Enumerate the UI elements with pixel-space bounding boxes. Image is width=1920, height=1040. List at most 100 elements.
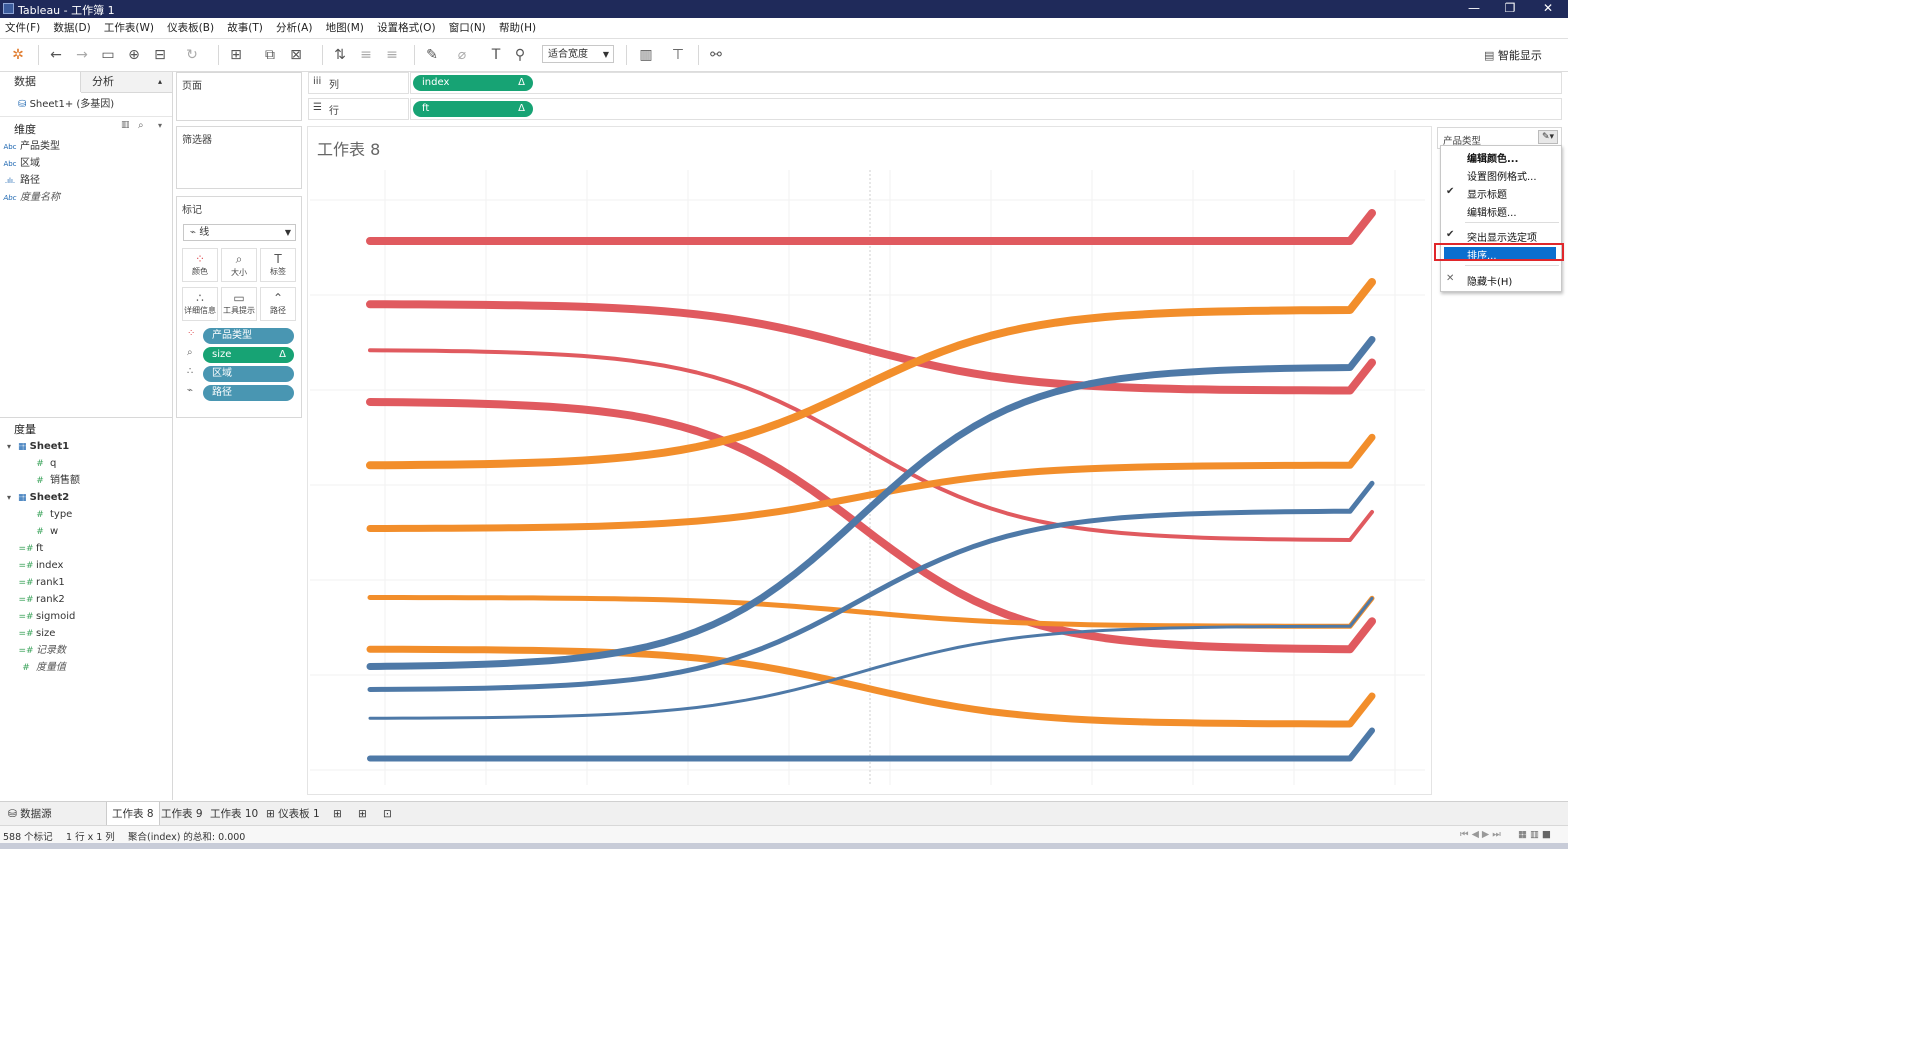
close-button[interactable]: ✕ (1528, 1, 1568, 17)
sankey-chart[interactable] (310, 165, 1428, 791)
dimension-field[interactable]: Abc 区域 (0, 155, 40, 172)
path-pill[interactable]: 路径 (203, 385, 294, 401)
pages-card[interactable]: 页面 (176, 72, 302, 121)
calc-field[interactable]: =# index (16, 557, 63, 574)
tab-menu-icon[interactable]: ▴ (158, 72, 162, 92)
view-mode-icon[interactable]: ▦ ▥ ■ (1518, 829, 1551, 840)
menu-help[interactable]: 帮助(H) (494, 18, 541, 38)
tab-sheet-10[interactable]: 工作表 10 (205, 802, 263, 826)
minimize-button[interactable]: — (1454, 1, 1494, 17)
undo-icon[interactable]: ← (46, 45, 66, 65)
group-icon[interactable]: ⌀ (452, 45, 472, 65)
duplicate-sheet-icon[interactable]: ⧉ (260, 45, 280, 65)
new-worksheet-icon[interactable]: ⊞ (226, 45, 246, 65)
refresh-icon[interactable]: ↻ (182, 45, 202, 65)
sankey-line-blue[interactable] (367, 727, 1375, 762)
menu-story[interactable]: 故事(T) (222, 18, 268, 38)
sort-descending-icon[interactable]: ≡ (382, 45, 402, 65)
rows-shelf[interactable]: ft Δ (410, 98, 1562, 120)
menu-highlight-selected[interactable]: 突出显示选定项 (1467, 229, 1537, 244)
menu-data[interactable]: 数据(D) (48, 18, 95, 38)
pause-updates-icon[interactable]: ⊟ (150, 45, 170, 65)
mark-type-select[interactable]: ⌁ 线 ▼ (183, 224, 296, 241)
highlight-icon[interactable]: ✎ (422, 45, 442, 65)
size-button[interactable]: ⌕ 大小 (221, 248, 257, 282)
show-labels-icon[interactable]: T (486, 45, 506, 65)
sankey-line-red[interactable] (366, 209, 1376, 245)
path-button[interactable]: ⌃ 路径 (260, 287, 296, 321)
menu-format-legend[interactable]: 设置图例格式... (1467, 168, 1537, 183)
new-dashboard-icon[interactable]: ⊞ (353, 802, 372, 826)
measure-field[interactable]: # q (30, 455, 56, 472)
menu-edit-colors[interactable]: 编辑颜色... (1467, 150, 1518, 165)
sankey-line-red[interactable] (366, 300, 1376, 395)
label-button[interactable]: T 标签 (260, 248, 296, 282)
color-button[interactable]: ⁘ 颜色 (182, 248, 218, 282)
columns-pill[interactable]: index Δ (413, 75, 533, 91)
tab-data[interactable] (0, 72, 81, 92)
sankey-line-orange[interactable] (367, 595, 1375, 629)
tab-nav-icon[interactable]: ⏮ ◀ ▶ ⏭ (1460, 829, 1501, 840)
color-pill[interactable]: 产品类型 (203, 328, 294, 344)
fit-width-select[interactable]: 适合宽度 ▼ (542, 45, 614, 63)
measure-field[interactable]: # 销售额 (30, 472, 80, 489)
detail-button[interactable]: ∴ 详细信息 (182, 287, 218, 321)
share-icon[interactable]: ⚯ (706, 45, 726, 65)
sankey-line-blue[interactable] (368, 596, 1374, 720)
menu-analysis[interactable]: 分析(A) (271, 18, 317, 38)
presentation-mode-icon[interactable]: ⊤ (668, 45, 688, 65)
menu-format[interactable]: 设置格式(O) (372, 18, 440, 38)
tab-dashboard-1[interactable]: ⊞ 仪表板 1 (261, 802, 325, 826)
view-toggle-icon[interactable]: ▥ (121, 120, 130, 130)
swap-rows-columns-icon[interactable]: ⇅ (330, 45, 350, 65)
tab-sheet-8[interactable]: 工作表 8 (106, 802, 160, 826)
dimensions-menu-icon[interactable]: ▾ (158, 121, 162, 130)
calc-field[interactable]: =# ft (16, 540, 43, 557)
tab-sheet-9[interactable]: 工作表 9 (156, 802, 208, 826)
measure-field[interactable]: # w (30, 523, 58, 540)
datasource-item[interactable]: ⛁ Sheet1+ (多基因) (18, 96, 114, 113)
fix-axes-icon[interactable]: ⚲ (510, 45, 530, 65)
columns-shelf[interactable]: index Δ (410, 72, 1562, 94)
menu-show-title[interactable]: 显示标题 (1467, 186, 1507, 201)
calc-field[interactable]: =# 记录数 (16, 642, 66, 659)
search-icon[interactable]: ⌕ (138, 120, 144, 131)
sankey-line-blue[interactable] (367, 480, 1375, 692)
detail-pill[interactable]: 区域 (203, 366, 294, 382)
size-pill[interactable]: size Δ (203, 347, 294, 363)
new-story-icon[interactable]: ⊡ (378, 802, 397, 826)
redo-icon[interactable]: → (72, 45, 92, 65)
menu-file[interactable]: 文件(F) (0, 18, 45, 38)
save-icon[interactable]: ▭ (98, 45, 118, 65)
dimension-field[interactable]: .ılı. 路径 (0, 172, 40, 189)
menu-edit-title[interactable]: 编辑标题... (1467, 204, 1517, 219)
filters-card[interactable]: 筛选器 (176, 126, 302, 189)
smart-show-button[interactable]: ▤ 智能显示 (1484, 47, 1542, 63)
clear-sheet-icon[interactable]: ⊠ (286, 45, 306, 65)
new-worksheet-icon[interactable]: ⊞ (328, 802, 347, 826)
tooltip-button[interactable]: ▭ 工具提示 (221, 287, 257, 321)
show-cards-icon[interactable]: ▥ (636, 45, 656, 65)
measure-field[interactable]: # type (30, 506, 72, 523)
legend-menu-button[interactable]: ✎▾ (1538, 130, 1558, 144)
menu-worksheet[interactable]: 工作表(W) (99, 18, 159, 38)
tableau-logo-icon[interactable]: ✲ (8, 45, 28, 65)
menu-map[interactable]: 地图(M) (321, 18, 369, 38)
dimension-field[interactable]: Abc 度量名称 (0, 189, 60, 206)
sort-ascending-icon[interactable]: ≡ (356, 45, 376, 65)
menu-window[interactable]: 窗口(N) (444, 18, 491, 38)
tab-datasource[interactable]: ⛁ 数据源 (3, 802, 57, 826)
measure-group[interactable]: ▾ ▦ Sheet2 (0, 489, 69, 506)
menu-hide-card[interactable]: 隐藏卡(H) (1467, 273, 1512, 288)
calc-field[interactable]: # 度量值 (16, 659, 66, 676)
calc-field[interactable]: =# size (16, 625, 55, 642)
dimension-field[interactable]: Abc 产品类型 (0, 138, 60, 155)
calc-field[interactable]: =# rank1 (16, 574, 64, 591)
new-datasource-icon[interactable]: ⊕ (124, 45, 144, 65)
menu-dashboard[interactable]: 仪表板(B) (162, 18, 219, 38)
rows-pill[interactable]: ft Δ (413, 101, 533, 117)
calc-field[interactable]: =# rank2 (16, 591, 64, 608)
measure-group[interactable]: ▾ ▦ Sheet1 (0, 438, 69, 455)
restore-button[interactable]: ❐ (1490, 1, 1530, 17)
calc-field[interactable]: =# sigmoid (16, 608, 75, 625)
